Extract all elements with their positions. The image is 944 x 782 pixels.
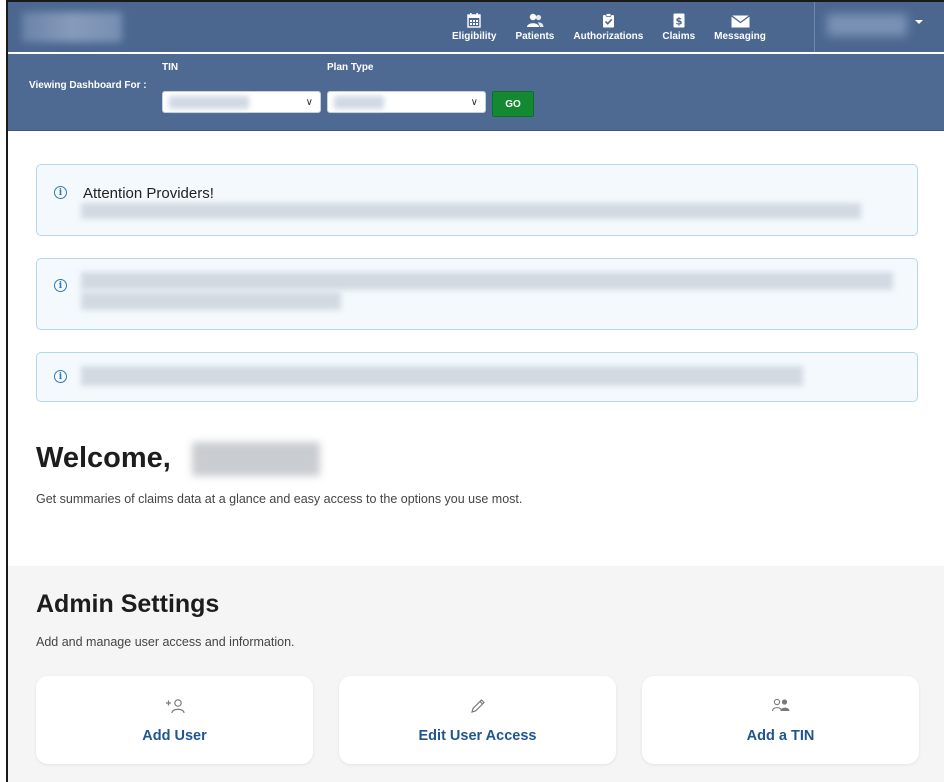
notice-2: i — [36, 258, 918, 330]
notice-attention-providers: i Attention Providers! — [36, 164, 918, 236]
tin-value-redacted — [169, 96, 249, 109]
tin-label: TIN — [162, 62, 179, 73]
info-icon: i — [54, 186, 67, 199]
notice-title: Attention Providers! — [83, 185, 214, 202]
svg-text:$: $ — [675, 17, 682, 28]
notice-text-redacted — [81, 272, 893, 290]
info-icon: i — [54, 279, 67, 292]
go-button[interactable]: GO — [492, 91, 534, 117]
plan-type-select[interactable]: ∨ — [327, 91, 486, 113]
nav-patients-label: Patients — [515, 31, 555, 42]
pencil-icon — [470, 698, 486, 719]
chevron-down-icon: ∨ — [305, 97, 313, 108]
plan-type-value-redacted — [334, 96, 384, 109]
welcome-subtitle: Get summaries of claims data at a glance… — [36, 492, 523, 506]
add-tin-card[interactable]: Add a TIN — [642, 676, 919, 764]
add-user-icon — [165, 698, 185, 719]
dashboard-filter-bar: Viewing Dashboard For : TIN ∨ Plan Type … — [8, 54, 944, 131]
admin-settings-section: Admin Settings Add and manage user acces… — [8, 566, 944, 782]
nav-claims-label: Claims — [662, 31, 696, 42]
notice-text-redacted — [81, 292, 341, 310]
nav-authorizations-label: Authorizations — [573, 31, 644, 42]
chevron-down-icon: ∨ — [470, 97, 478, 108]
users-icon — [771, 698, 791, 717]
add-tin-label: Add a TIN — [746, 728, 815, 744]
plan-type-label: Plan Type — [327, 62, 374, 73]
nav-authorizations[interactable]: Authorizations — [573, 8, 643, 42]
app-frame: Eligibility Patients Authorizations $ Cl… — [6, 0, 944, 782]
main-nav: Eligibility Patients Authorizations $ Cl… — [452, 8, 785, 42]
tin-select[interactable]: ∨ — [162, 91, 321, 113]
notice-3: i — [36, 352, 918, 402]
top-navigation-bar: Eligibility Patients Authorizations $ Cl… — [8, 2, 944, 52]
nav-eligibility-label: Eligibility — [452, 31, 497, 42]
user-name-redacted — [827, 14, 907, 36]
nav-messaging[interactable]: Messaging — [714, 8, 766, 42]
logo-redacted[interactable] — [22, 12, 122, 42]
add-user-card[interactable]: Add User — [36, 676, 313, 764]
nav-messaging-label: Messaging — [714, 31, 766, 42]
nav-patients[interactable]: Patients — [515, 8, 554, 42]
admin-settings-title: Admin Settings — [36, 590, 220, 618]
admin-settings-subtitle: Add and manage user access and informati… — [36, 635, 295, 649]
user-name-redacted — [192, 442, 320, 476]
notice-text-redacted — [81, 366, 803, 386]
user-menu[interactable] — [814, 2, 941, 52]
calendar-icon — [467, 8, 481, 28]
add-user-label: Add User — [142, 728, 207, 744]
nav-eligibility[interactable]: Eligibility — [452, 8, 496, 42]
viewing-dashboard-label: Viewing Dashboard For : — [29, 80, 147, 91]
welcome-heading: Welcome, — [36, 442, 171, 474]
dollar-document-icon: $ — [673, 8, 685, 28]
notice-text-redacted — [81, 203, 861, 219]
clipboard-check-icon — [602, 8, 615, 28]
chevron-down-icon — [915, 20, 923, 24]
nav-claims[interactable]: $ Claims — [662, 8, 695, 42]
envelope-icon — [730, 8, 750, 28]
edit-user-access-card[interactable]: Edit User Access — [339, 676, 616, 764]
info-icon: i — [54, 370, 67, 383]
people-icon — [526, 8, 544, 28]
edit-user-access-label: Edit User Access — [418, 728, 537, 744]
